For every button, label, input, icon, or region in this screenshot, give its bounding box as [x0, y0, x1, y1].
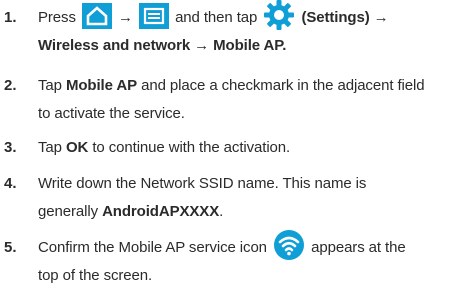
step-text: Press → and then tap (Settings) → Wirele…: [38, 0, 468, 60]
step-number: 2.: [4, 77, 17, 94]
gear-icon: [263, 0, 295, 31]
step-text: Write down the Network SSID name. This n…: [38, 175, 367, 220]
home-icon: [81, 3, 112, 30]
instructions-page: 1. Press → and then tap (Settings) → Wir…: [0, 0, 472, 298]
step-number: 3.: [4, 139, 17, 156]
step-number: 5.: [4, 239, 17, 256]
step-text: Tap OK to continue with the activation.: [38, 139, 291, 156]
step-text: Tap Mobile AP and place a checkmark in t…: [38, 77, 425, 122]
step-number: 1.: [4, 9, 17, 26]
menu-icon: [138, 3, 169, 30]
step-number: 4.: [4, 175, 17, 192]
wifi-hotspot-icon: [273, 229, 305, 261]
step-text: Confirm the Mobile AP service icon appea…: [38, 230, 468, 290]
